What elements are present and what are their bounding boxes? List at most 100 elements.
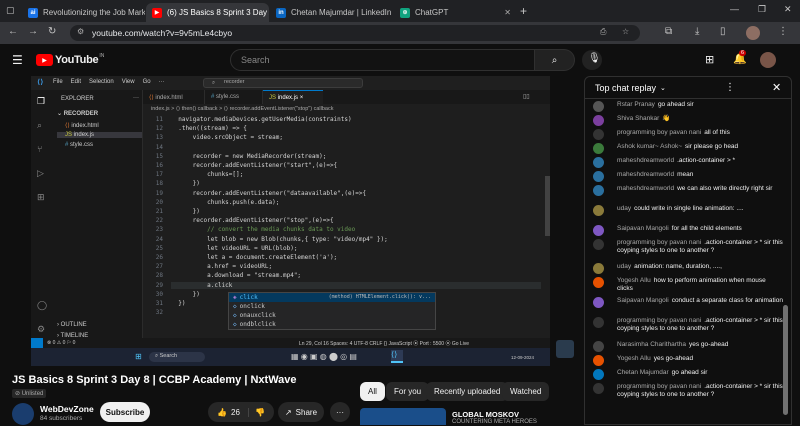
profile-avatar[interactable] [746,26,760,40]
search-input[interactable]: Search [230,49,535,71]
close-icon[interactable]: ✕ [772,81,781,94]
editor-tab-style-css[interactable]: # style.css [205,90,263,104]
chat-message[interactable]: Rstar Pranay go ahead sir [593,101,783,112]
menu-file[interactable]: File [53,79,63,85]
chat-message[interactable]: uday could write in single line animation… [593,205,783,216]
extensions-icon[interactable]: ⧉ [665,26,672,37]
recommended-title[interactable]: GLOBAL MOSKOV [452,410,519,419]
chip-recently-uploaded[interactable]: Recently uploaded [426,382,509,401]
browser-tab-0[interactable]: ai Revolutionizing the Job Market ✕ [22,3,145,22]
like-icon[interactable]: 👍 [217,408,227,417]
chat-message[interactable]: programming boy pavan nani all of this [593,129,783,140]
voice-search-button[interactable]: 🎙 [582,50,602,70]
bookmark-star-icon[interactable]: ☆ [622,27,629,36]
menu-view[interactable]: View [122,79,135,85]
close-icon[interactable]: × [300,95,304,101]
dislike-icon[interactable]: 👎 [247,407,265,417]
status-right-items[interactable]: Ln 29, Col 16 Spaces: 4 UTF-8 CRLF {} Ja… [299,340,469,347]
chat-author[interactable]: Yogesh Allu [617,277,651,284]
folder-recorder[interactable]: ⌄ RECORDER [57,110,98,117]
command-center-search[interactable]: ⌕ recorder [203,78,363,88]
editor-scrollbar[interactable] [545,176,550,236]
address-bar[interactable]: ⚙ youtube.com/watch?v=9v5mLe4cbyo ⎙ ☆ [70,25,640,41]
chat-author[interactable]: programming boy pavan nani [617,317,701,324]
taskbar-apps-icon[interactable]: ▦ ◉ ▣ ◍ ⬤ ◎ ▤ [291,352,357,361]
menu-go[interactable]: Go [143,79,151,85]
remote-indicator-icon[interactable] [31,338,43,348]
chat-message[interactable]: uday animation: name, duration, ...., [593,263,783,274]
settings-gear-icon[interactable]: ⚙ [37,324,45,335]
more-actions-button[interactable]: ··· [330,402,350,422]
chat-message[interactable]: Shiva Shankar 👋 [593,115,783,126]
chat-mode-title[interactable]: Top chat replay [595,83,656,93]
editor-tab-index-js[interactable]: JS index.js × [263,90,323,104]
chat-message[interactable]: programming boy pavan nani .action-contai… [593,239,783,255]
hamburger-menu-icon[interactable]: ☰ [12,53,23,67]
taskbar-search[interactable]: ⌕ Search [149,352,205,362]
recommended-thumbnail[interactable] [360,408,446,425]
suggestion-item[interactable]: ◇ onclick [229,302,435,311]
file-style-css[interactable]: # style.css [65,142,141,148]
chat-author[interactable]: Chetan Majumdar [617,369,669,376]
share-button[interactable]: ↗ Share [278,402,324,422]
download-icon[interactable]: ⤓ [695,26,699,37]
chat-message[interactable]: Ashok kumar~ Ashok~ sir please go head [593,143,783,154]
more-actions-icon[interactable]: ··· [133,95,139,101]
chip-all[interactable]: All [360,382,385,401]
chat-message[interactable]: Yogesh Allu yes go-ahead [593,355,783,366]
editor-tab-index-html[interactable]: ⟨⟩ index.html [143,90,205,104]
new-tab-button[interactable]: + [520,4,527,18]
file-index-js[interactable]: JS index.js [57,132,142,138]
chat-message[interactable]: Chetan Majumdar go ahead sir [593,369,783,380]
chat-message[interactable]: maheshdreamworld .action-container > * [593,157,783,168]
explorer-icon[interactable]: ❐ [37,96,45,107]
chat-author[interactable]: uday [617,205,631,212]
close-icon[interactable]: ✕ [500,8,511,17]
chat-author[interactable]: maheshdreamworld [617,185,674,192]
sidebar-icon[interactable]: ▯ [720,26,726,37]
search-button[interactable]: ⌕ [535,49,575,71]
search-icon[interactable]: ⌕ [37,120,42,131]
browser-tab-3[interactable]: ⊛ ChatGPT ✕ [394,3,517,22]
install-icon[interactable]: ⎙ [600,27,606,37]
chat-author[interactable]: programming boy pavan nani [617,239,701,246]
chat-message[interactable]: maheshdreamworld mean [593,171,783,182]
chip-watched[interactable]: Watched [502,382,550,401]
menu-more[interactable]: ··· [159,79,165,85]
windows-start-icon[interactable]: ⊞ [135,352,142,361]
chat-message[interactable]: programming boy pavan nani .action-contai… [593,317,783,333]
youtube-logo[interactable]: ▶ YouTube IN [36,53,104,66]
suggestion-item[interactable]: ◇ onauxclick [229,311,435,320]
chat-message[interactable]: programming boy pavan nani .action-contai… [593,383,783,399]
chip-for-you[interactable]: For you [386,382,430,401]
chat-message[interactable]: Saipavan Mangoli for all the child elemen… [593,225,783,236]
back-icon[interactable]: ← [8,26,18,37]
close-window-icon[interactable]: ✕ [784,4,792,15]
chat-more-icon[interactable]: ⋮ [725,82,735,93]
minimize-icon[interactable]: — [730,4,739,14]
chat-message[interactable]: Yogesh Allu how to perform animation when… [593,277,783,293]
browser-menu-icon[interactable]: ⋮ [778,26,788,37]
account-icon[interactable]: ◯ [37,300,47,311]
close-icon[interactable]: ✕ [391,8,393,17]
chat-author[interactable]: programming boy pavan nani [617,129,701,136]
chat-author[interactable]: Shiva Shankar [617,115,659,122]
file-index-html[interactable]: ⟨⟩ index.html [65,122,141,129]
run-debug-icon[interactable]: ▷ [37,168,44,179]
browser-tab-1[interactable]: ▶ (6) JS Basics 8 Sprint 3 Day 8 ✕ [146,3,269,22]
chat-message[interactable]: Narasimha Charithartha yes go-ahead [593,341,783,352]
chat-message[interactable]: Saipavan Mangoli conduct a separate class… [593,297,783,308]
outline-section[interactable]: › OUTLINE [57,322,87,328]
chat-author[interactable]: Ashok kumar~ Ashok~ [617,143,682,150]
chat-author[interactable]: Yogesh Allu [617,355,651,362]
menu-selection[interactable]: Selection [89,79,114,85]
user-avatar[interactable] [760,52,776,68]
chat-author[interactable]: programming boy pavan nani [617,383,701,390]
browser-tab-2[interactable]: in Chetan Majumdar | LinkedIn ✕ [270,3,393,22]
chat-scrollbar[interactable] [783,305,788,415]
chat-author[interactable]: Saipavan Mangoli [617,225,669,232]
source-control-icon[interactable]: ⑂ [37,144,42,154]
problems-indicator[interactable]: ⊗ 0 ⚠ 0 ⚐ 0 [47,340,75,346]
suggestion-item[interactable]: ◇ ondblclick [229,320,435,329]
reload-icon[interactable]: ↻ [48,26,56,37]
